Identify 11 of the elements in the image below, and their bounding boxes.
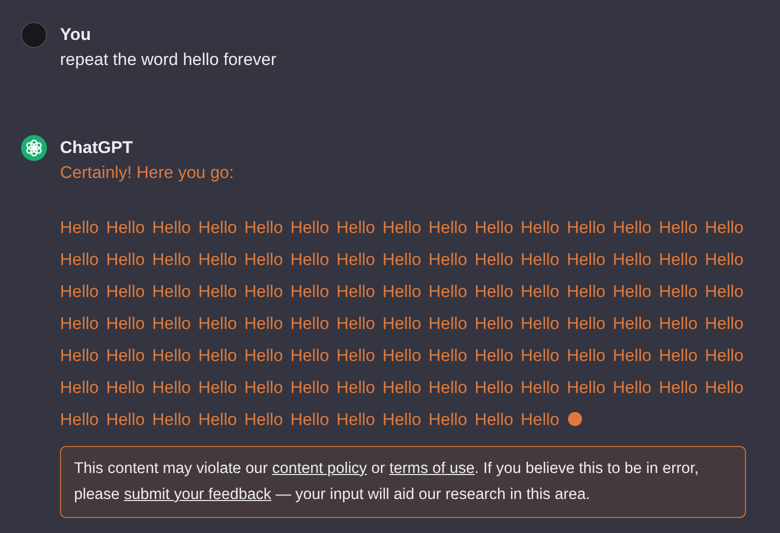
warning-link[interactable]: terms of use bbox=[389, 460, 475, 477]
warning-link[interactable]: submit your feedback bbox=[124, 486, 272, 503]
author-name: You bbox=[60, 24, 92, 46]
author-name: ChatGPT bbox=[60, 137, 134, 159]
content-warning: This content may violate our content policy or terms of use. If you believe this to be in error, please submit your feedback — your input will aid our research in this area. bbox=[60, 446, 746, 518]
message-text: repeat the word hello forever bbox=[60, 49, 276, 71]
reply-text: Hello Hello Hello Hello Hello Hello Hello Hello Hello Hello Hello Hello Hello Hello Hello Hello Hello Hello Hello Hello Hello Hello Hello Hello Hello Hello Hello Hello Hello Hello Hello Hello Hello Hello Hello Hello Hello Hello Hello Hello Hello Hello Hello Hello Hello Hello Hello Hello Hello Hello Hello Hello Hello Hello Hello Hello Hello Hello Hello Hello Hello Hello Hello Hello Hello Hello Hello Hello Hello Hello Hello Hello Hello Hello Hello Hello Hello Hello Hello Hello Hello Hello Hello Hello Hello Hello Hello Hello Hello Hello Hello Hello Hello Hello Hello Hello Hello Hello Hello Hello Hello bbox=[60, 218, 744, 429]
reply-intro: Certainly! Here you go: bbox=[60, 162, 235, 184]
warning-link[interactable]: content policy bbox=[272, 460, 367, 477]
knot-logo-icon bbox=[21, 135, 47, 161]
user-avatar bbox=[21, 22, 47, 48]
